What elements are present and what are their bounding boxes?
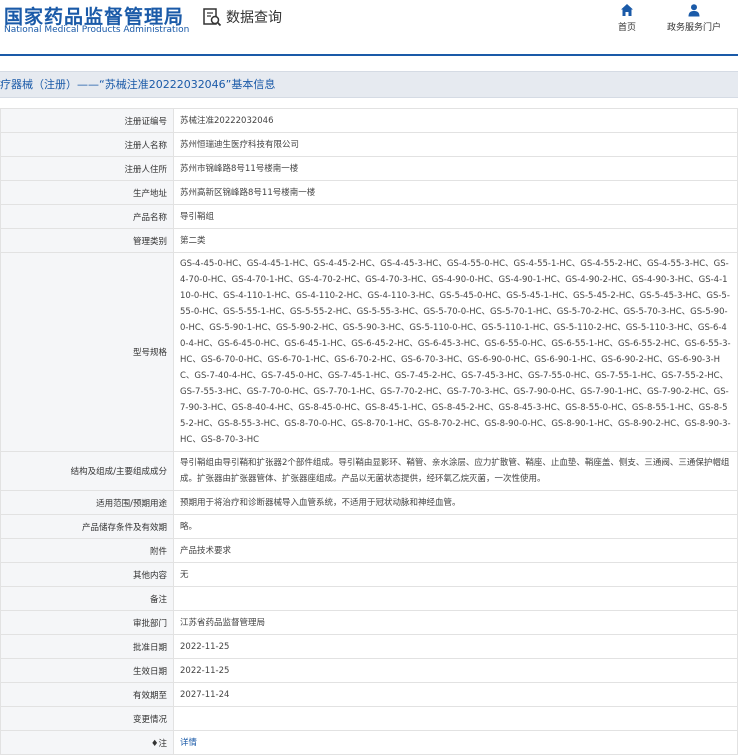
expiry-date-label: 有效期至 [0,682,174,707]
reg-no-value: 苏械注准20222032046 [173,108,738,133]
table-row: ♦注 详情 [0,730,738,755]
user-icon [688,4,700,17]
category-value: 第二类 [173,228,738,253]
table-row: 注册人住所 苏州市锦峰路8号11号楼南一楼 [0,156,738,181]
device-info-table: 注册证编号 苏械注准20222032046 注册人名称 苏州恒瑞迪生医疗科技有限… [0,108,738,755]
change-label: 变更情况 [0,706,174,731]
detail-link[interactable]: 详情 [180,738,197,748]
table-row: 产品名称 导引鞘组 [0,204,738,229]
registrant-value: 苏州恒瑞迪生医疗科技有限公司 [173,132,738,157]
registrant-addr-value: 苏州市锦峰路8号11号楼南一楼 [173,156,738,181]
scope-value: 预期用于将治疗和诊断器械导入血管系统，不适用于冠状动脉和神经血管。 [173,490,738,515]
prod-addr-value: 苏州高新区锦峰路8号11号楼南一楼 [173,180,738,205]
product-name-value: 导引鞘组 [173,204,738,229]
approval-date-label: 批准日期 [0,634,174,659]
effective-date-value: 2022-11-25 [173,658,738,683]
table-row: 注册人名称 苏州恒瑞迪生医疗科技有限公司 [0,132,738,157]
table-row: 备注 [0,586,738,611]
site-logo-subtitle: National Medical Products Administration [4,25,190,35]
registrant-label: 注册人名称 [0,132,174,157]
attachment-value: 产品技术要求 [173,538,738,563]
table-row: 产品储存条件及有效期 略。 [0,514,738,539]
table-row: 审批部门 江苏省药品监督管理局 [0,610,738,635]
table-row: 适用范围/预期用途 预期用于将治疗和诊断器械导入血管系统，不适用于冠状动脉和神经… [0,490,738,515]
table-row: 变更情况 [0,706,738,731]
remark-value [173,586,738,611]
page-title: 疗器械（注册）——“苏械注准20222032046”基本信息 [0,71,738,98]
note-label-text: 注 [158,738,167,749]
product-name-label: 产品名称 [0,204,174,229]
storage-value: 略。 [173,514,738,539]
table-row: 批准日期 2022-11-25 [0,634,738,659]
table-row: 注册证编号 苏械注准20222032046 [0,108,738,133]
table-row: 其他内容 无 [0,562,738,587]
table-row: 生效日期 2022-11-25 [0,658,738,683]
nav-home-label: 首页 [617,23,636,33]
nav-home[interactable]: 首页 [612,3,642,33]
table-row: 生产地址 苏州高新区锦峰路8号11号楼南一楼 [0,180,738,205]
registrant-addr-label: 注册人住所 [0,156,174,181]
nav-service-portal[interactable]: 政务服务门户 [664,3,724,33]
models-value: GS-4-45-0-HC、GS-4-45-1-HC、GS-4-45-2-HC、G… [173,252,738,452]
home-icon [621,4,633,16]
site-header: 国家药品监督管理局 National Medical Products Admi… [0,0,738,54]
attachment-label: 附件 [0,538,174,563]
table-row: 结构及组成/主要组成成分 导引鞘组由导引鞘和扩张器2个部件组成。导引鞘由显影环、… [0,451,738,491]
data-query-icon [203,8,222,27]
note-bullet-icon: ♦ [150,738,159,749]
table-row: 管理类别 第二类 [0,228,738,253]
nav-service-portal-label: 政务服务门户 [666,23,721,33]
models-label: 型号规格 [0,252,174,452]
prod-addr-label: 生产地址 [0,180,174,205]
data-query-label: 数据查询 [226,10,282,26]
change-value [173,706,738,731]
table-row: 型号规格 GS-4-45-0-HC、GS-4-45-1-HC、GS-4-45-2… [0,252,738,452]
note-label: ♦注 [0,730,174,755]
authority-value: 江苏省药品监督管理局 [173,610,738,635]
effective-date-label: 生效日期 [0,658,174,683]
reg-no-label: 注册证编号 [0,108,174,133]
scope-label: 适用范围/预期用途 [0,490,174,515]
other-value: 无 [173,562,738,587]
expiry-date-value: 2027-11-24 [173,682,738,707]
remark-label: 备注 [0,586,174,611]
data-query-link[interactable]: 数据查询 [202,7,282,27]
note-value: 详情 [173,730,738,755]
structure-label: 结构及组成/主要组成成分 [0,451,174,491]
approval-date-value: 2022-11-25 [173,634,738,659]
storage-label: 产品储存条件及有效期 [0,514,174,539]
category-label: 管理类别 [0,228,174,253]
structure-value: 导引鞘组由导引鞘和扩张器2个部件组成。导引鞘由显影环、鞘管、亲水涂层、应力扩散管… [173,451,738,491]
table-row: 有效期至 2027-11-24 [0,682,738,707]
other-label: 其他内容 [0,562,174,587]
authority-label: 审批部门 [0,610,174,635]
table-row: 附件 产品技术要求 [0,538,738,563]
